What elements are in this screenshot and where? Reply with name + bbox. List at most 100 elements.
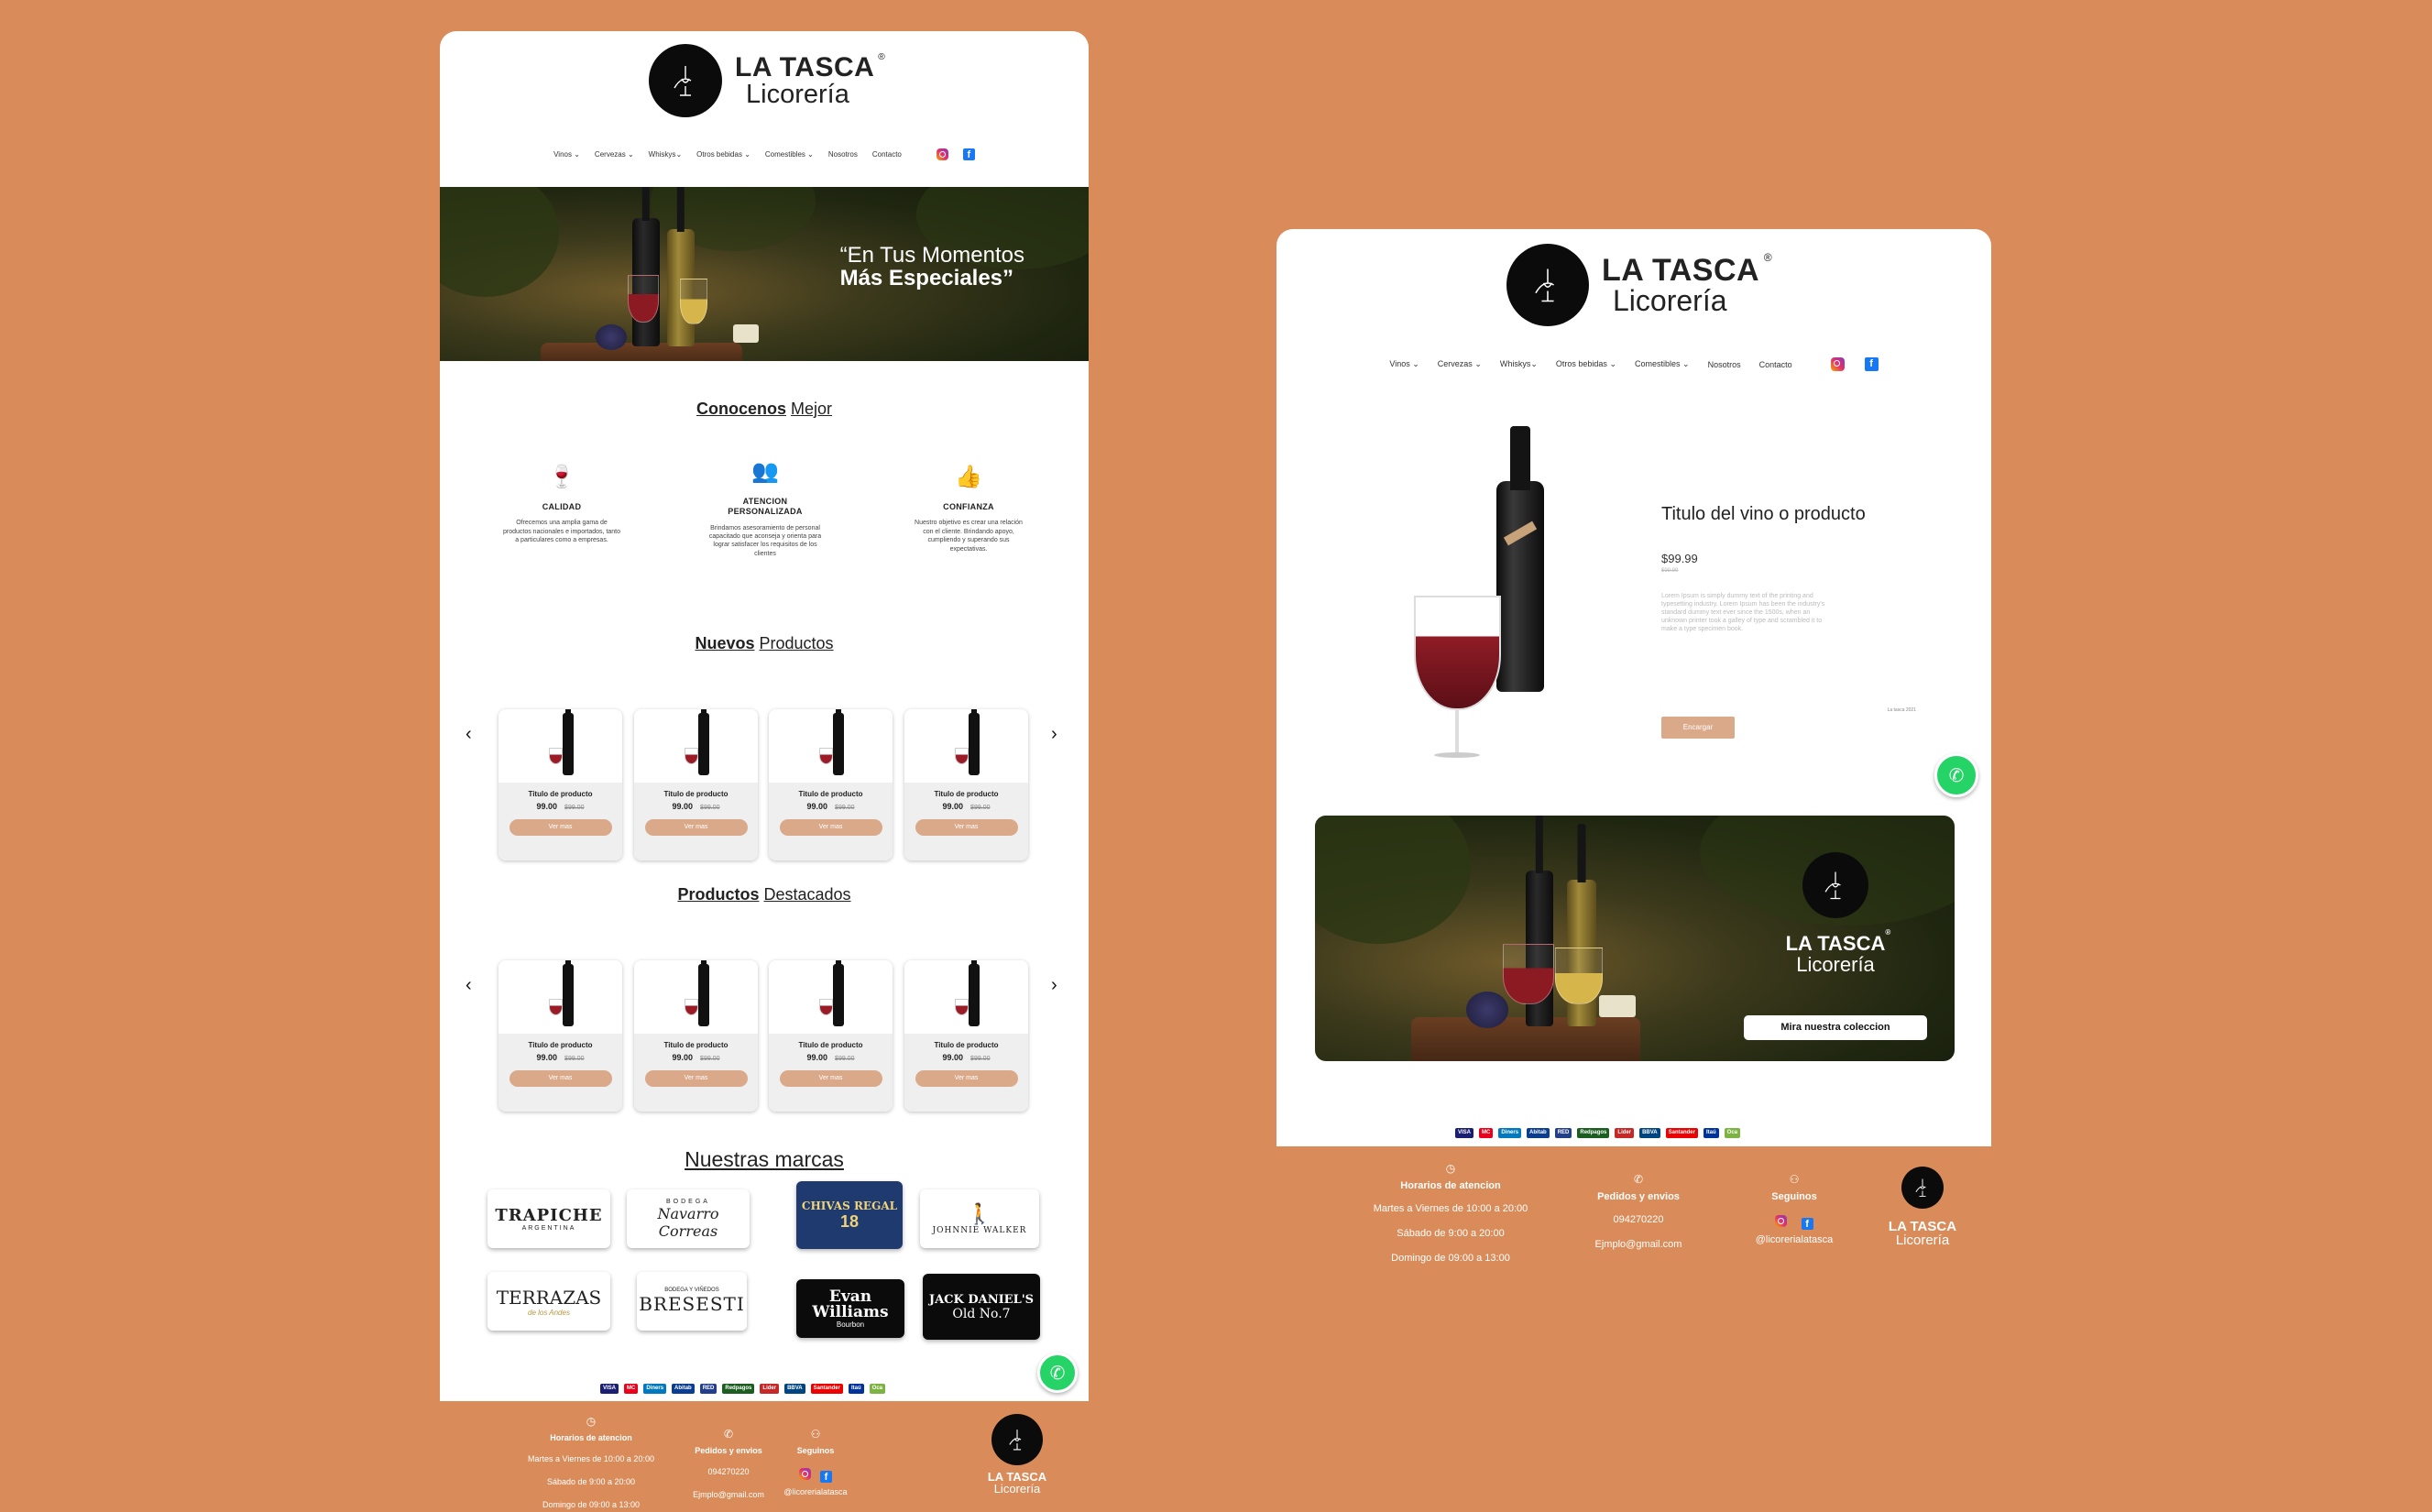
nav-item-whiskys[interactable]: Whiskys⌄ [649, 150, 682, 159]
facebook-icon[interactable]: f [962, 148, 975, 160]
nav-item-vinos[interactable]: Vinos ⌄ [553, 150, 580, 159]
payment-logo: Oca [869, 1384, 885, 1394]
brand-logo-navarro-correas[interactable]: BODEGA Navarro Correas [627, 1189, 750, 1248]
ver-mas-button[interactable]: Ver mas [915, 1070, 1018, 1087]
product-detail-title: Titulo del vino o producto [1661, 504, 1866, 524]
wine-glasses-icon: 🍷 [548, 464, 575, 489]
ver-mas-button[interactable]: Ver mas [915, 819, 1018, 836]
product-title: Titulo de producto [528, 1041, 593, 1049]
nav-item-nosotros[interactable]: Nosotros [828, 150, 858, 159]
product-card[interactable]: Titulo de producto 99.00 $99.00 Ver mas [904, 709, 1028, 860]
ver-mas-button[interactable]: Ver mas [644, 819, 748, 836]
footer-logo[interactable]: LA TASCA Licorería [980, 1414, 1054, 1495]
product-card[interactable]: Titulo de producto 99.00 $99.00 Ver mas [769, 960, 893, 1112]
footer-phone[interactable]: 094270220 [1574, 1215, 1703, 1225]
section-title-productos-destacados: Productos Destacados [677, 885, 851, 904]
phone-icon: ✆ [723, 1428, 734, 1441]
brand-logo-bresesti[interactable]: BODEGA Y VIÑEDOS BRESESTI [637, 1272, 747, 1331]
nav-item-otros-bebidas[interactable]: Otros bebidas ⌄ [696, 150, 750, 159]
nav-item-vinos[interactable]: Vinos ⌄ [1389, 359, 1419, 369]
ver-coleccion-button[interactable]: Mira nuestra coleccion [1744, 1015, 1927, 1040]
nav-item-comestibles[interactable]: Comestibles ⌄ [1635, 359, 1690, 369]
logo-emblem-icon [649, 44, 722, 117]
footer-email[interactable]: Ejmplo@gmail.com [678, 1491, 779, 1499]
footer-follow: ⚇ Seguinos f @licorerialatasca [770, 1429, 861, 1511]
nav-item-cervezas[interactable]: Cervezas ⌄ [1438, 359, 1482, 369]
nav-item-otros-bebidas[interactable]: Otros bebidas ⌄ [1556, 359, 1616, 369]
carousel-prev-arrow[interactable]: ‹ [466, 975, 472, 996]
nav-item-comestibles[interactable]: Comestibles ⌄ [765, 150, 814, 159]
registered-mark: ® [1763, 251, 1773, 264]
ver-mas-button[interactable]: Ver mas [509, 819, 612, 836]
chevron-down-icon: ⌄ [1530, 359, 1538, 368]
payment-logo: Abitab [672, 1384, 695, 1394]
banner-brand: LA TASCA ® Licorería [1785, 928, 1891, 977]
brand-logo-jack-daniels[interactable]: JACK DANIEL'S Old No.7 [923, 1274, 1040, 1340]
footer-email[interactable]: Ejmplo@gmail.com [1574, 1240, 1703, 1250]
carousel-next-arrow[interactable]: › [1051, 975, 1057, 996]
phone-icon: ✆ [1633, 1173, 1644, 1186]
product-card[interactable]: Titulo de producto 99.00 $99.00 Ver mas [904, 960, 1028, 1112]
red-wine-glass-image [1503, 944, 1554, 1004]
nav-item-whiskys[interactable]: Whiskys⌄ [1500, 359, 1538, 369]
product-card[interactable]: Titulo de producto 99.00 $99.00 Ver mas [634, 960, 758, 1112]
payment-logo: Santander [1665, 1128, 1698, 1138]
nav-item-cervezas[interactable]: Cervezas ⌄ [595, 150, 634, 159]
nav-item-contacto[interactable]: Contacto [1759, 360, 1792, 369]
instagram-icon[interactable] [798, 1468, 811, 1480]
footer: ◷ Horarios de atencion Martes a Viernes … [440, 1401, 1089, 1512]
ver-mas-button[interactable]: Ver mas [779, 819, 882, 836]
encargar-button[interactable]: Encargar [1661, 717, 1735, 739]
facebook-icon[interactable]: f [1801, 1218, 1813, 1230]
payment-logo: Santander [810, 1384, 843, 1394]
nav-item-contacto[interactable]: Contacto [872, 150, 902, 159]
product-card[interactable]: Titulo de producto 99.00 $99.00 Ver mas [498, 960, 622, 1112]
carousel-prev-arrow[interactable]: ‹ [466, 724, 472, 745]
chevron-down-icon: ⌄ [574, 150, 580, 159]
brand-logo-evan-williams[interactable]: Evan Williams Bourbon [796, 1279, 904, 1338]
product-detail-price: $99.99 [1661, 552, 1698, 565]
whatsapp-button[interactable]: ✆ [1934, 753, 1978, 797]
footer-handle[interactable]: @licorerialatasca [1744, 1235, 1845, 1245]
header-logo[interactable]: LA TASCA ® Licorería [1506, 244, 1772, 326]
instagram-icon[interactable] [1775, 1215, 1788, 1227]
footer-logo[interactable]: LA TASCA Licorería [1877, 1167, 1968, 1247]
whatsapp-button[interactable]: ✆ [1037, 1353, 1078, 1393]
product-detail-description: Lorem Ipsum is simply dummy text of the … [1661, 593, 1825, 633]
product-price: 99.00 [672, 802, 694, 811]
product-old-price: $99.00 [835, 1056, 855, 1062]
facebook-icon[interactable]: f [820, 1471, 832, 1483]
product-card[interactable]: Titulo de producto 99.00 $99.00 Ver mas [769, 709, 893, 860]
instagram-icon[interactable] [1830, 357, 1845, 371]
collection-banner: LA TASCA ® Licorería Mira nuestra colecci… [1315, 816, 1955, 1061]
footer-handle[interactable]: @licorerialatasca [770, 1488, 861, 1496]
footer-follow: ⚇ Seguinos f @licorerialatasca [1744, 1174, 1845, 1260]
payment-logo: VISA [600, 1384, 619, 1394]
brand-logo-johnnie-walker[interactable]: 🚶 JOHNNIE WALKER [920, 1189, 1039, 1248]
product-title: Titulo de producto [663, 1041, 729, 1049]
product-detail-old-price: $99.99 [1661, 568, 1679, 574]
payment-logo: RED [699, 1384, 718, 1394]
facebook-icon[interactable]: f [1864, 357, 1879, 371]
footer-phone[interactable]: 094270220 [678, 1468, 779, 1476]
ver-mas-button[interactable]: Ver mas [779, 1070, 882, 1087]
hero-banner: “En Tus Momentos Más Especiales” [440, 187, 1089, 361]
product-detail-note: La tasca 2021 [1887, 707, 1916, 713]
header-logo[interactable]: LA TASCA ® Licorería [649, 44, 885, 117]
product-price: 99.00 [942, 1053, 964, 1062]
ver-mas-button[interactable]: Ver mas [644, 1070, 748, 1087]
carousel-next-arrow[interactable]: › [1051, 724, 1057, 745]
brand-logo-chivas-regal[interactable]: CHIVAS REGAL 18 [796, 1181, 903, 1249]
instagram-icon[interactable] [936, 148, 948, 160]
payment-logo: Redpagos [1577, 1128, 1610, 1138]
product-old-price: $99.00 [970, 805, 991, 811]
brand-logo-trapiche[interactable]: TRAPICHE ARGENTINA [487, 1189, 610, 1248]
payment-methods: VISA MC Diners Abitab RED Redpagos Lider… [1455, 1128, 1740, 1138]
product-card[interactable]: Titulo de producto 99.00 $99.00 Ver mas [634, 709, 758, 860]
product-title: Titulo de producto [528, 790, 593, 798]
product-card[interactable]: Titulo de producto 99.00 $99.00 Ver mas [498, 709, 622, 860]
nav-item-nosotros[interactable]: Nosotros [1708, 360, 1741, 369]
ver-mas-button[interactable]: Ver mas [509, 1070, 612, 1087]
brand-logo-terrazas[interactable]: TERRAZAS de los Andes [487, 1272, 610, 1331]
product-image [498, 709, 622, 783]
